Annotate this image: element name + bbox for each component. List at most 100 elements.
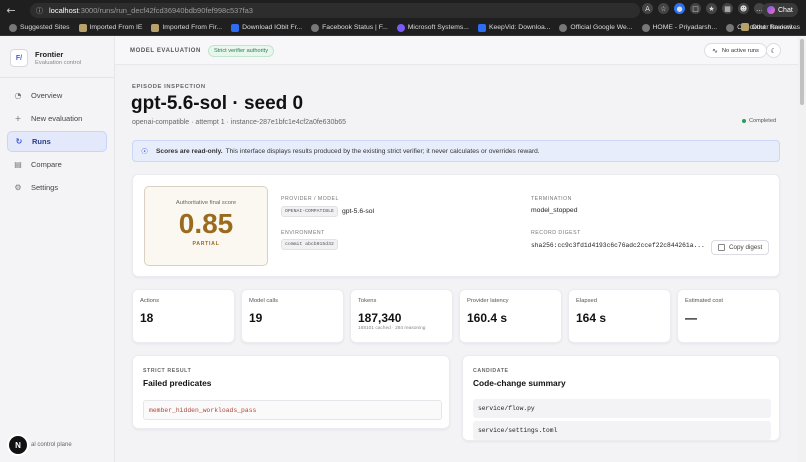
nextjs-dev-badge[interactable]: N: [9, 436, 27, 454]
candidate-panel: CANDIDATE Code-change summary service/fl…: [462, 355, 780, 441]
sidebar-item-label: Overview: [31, 91, 63, 100]
failed-predicate-item: member_hidden_workloads_pass: [143, 400, 442, 420]
bookmark-item[interactable]: Download IObit Fr...: [231, 23, 302, 32]
metric-value: 164 s: [576, 311, 607, 325]
address-bar[interactable]: ⓘ localhost:3000/runs/run_decf42fcd36940…: [30, 3, 640, 18]
activity-icon: ∿: [712, 46, 718, 55]
sidebar-item-runs[interactable]: ↻ Runs: [7, 131, 107, 152]
final-score-box: Authoritative final score 0.85 PARTIAL: [144, 186, 268, 266]
metric-label: Model calls: [249, 298, 278, 304]
sidebar-item-settings[interactable]: ⚙ Settings: [7, 177, 107, 198]
digest-value: sha256:cc9c3fd1d4193c6c76adc2ccef22c8442…: [531, 242, 705, 249]
copilot-chat-button[interactable]: Chat: [762, 3, 798, 17]
metric-label: Tokens: [358, 298, 377, 304]
panel-title: Code-change summary: [473, 378, 566, 388]
sidebar-item-label: Compare: [31, 160, 62, 169]
bookmark-item[interactable]: KeepVid: Downloa...: [477, 23, 550, 32]
status-label: Completed: [749, 118, 777, 124]
sidebar-item-overview[interactable]: ◔ Overview: [7, 85, 107, 106]
bookmark-item[interactable]: Suggested Sites: [9, 23, 70, 32]
status-dot-icon: [742, 119, 746, 123]
bookmark-item[interactable]: Imported From IE: [78, 23, 142, 32]
extension-bar: A ☆ ● □ ★ ▦ ☻ …: [642, 3, 765, 14]
globe-icon: [726, 23, 735, 32]
panel-label: CANDIDATE: [473, 368, 509, 374]
environment-chip: commit abcb015d32: [281, 239, 338, 250]
active-runs-label: No active runs: [721, 47, 759, 54]
bookmark-item[interactable]: HOME - Priyadarsh...: [641, 23, 717, 32]
bookmark-item[interactable]: Official Google We...: [559, 23, 633, 32]
notice-bold: Scores are read-only.: [156, 147, 223, 155]
favorite-icon[interactable]: ☆: [658, 3, 669, 14]
app-root: F/ Frontier Evaluation control ◔ Overvie…: [0, 37, 798, 462]
changed-file-item[interactable]: service/settings.toml: [473, 421, 771, 440]
site-info-icon[interactable]: ⓘ: [36, 7, 44, 15]
sidebar-footer-text: al control plane: [31, 442, 72, 448]
gear-icon: ⚙: [14, 183, 22, 192]
bookmark-item[interactable]: Imported From Fir...: [151, 23, 222, 32]
score-value: 0.85: [178, 208, 234, 239]
back-icon[interactable]: ←: [4, 3, 18, 17]
brand[interactable]: F/ Frontier Evaluation control: [0, 37, 114, 67]
metric-value: 187,340: [358, 311, 402, 325]
metric-sub: 168101 cached · 284 reasoning: [358, 326, 426, 331]
chart-icon: ▤: [14, 160, 22, 169]
other-favourites[interactable]: Other favourites: [740, 23, 800, 31]
url-path: :3000/runs/run_decf42fcd36940bdb90fef998…: [78, 6, 253, 15]
strict-result-panel: STRICT RESULT Failed predicates member_h…: [132, 355, 450, 429]
environment-value: commit abcb015d32: [281, 239, 338, 250]
sidebar-item-label: Runs: [32, 137, 51, 146]
favorites-list-icon[interactable]: ★: [706, 3, 717, 14]
digest-label: RECORD DIGEST: [531, 230, 581, 236]
provider-chip: OPENAI-COMPATIBLE: [281, 206, 338, 217]
divider: [0, 77, 114, 78]
sidebar: F/ Frontier Evaluation control ◔ Overvie…: [0, 37, 115, 462]
bookmarks-bar: Suggested Sites Imported From IE Importe…: [0, 20, 806, 36]
bookmark-item[interactable]: Microsoft Systems...: [396, 23, 469, 32]
brand-subtitle: Evaluation control: [35, 60, 82, 66]
iobit-icon: [231, 23, 240, 32]
main-content: MODEL EVALUATION Strict verifier authori…: [115, 37, 798, 462]
brand-title: Frontier: [35, 50, 64, 59]
active-runs-pill[interactable]: ∿ No active runs: [704, 43, 767, 58]
termination-value: model_stopped: [531, 207, 578, 214]
extension-icon[interactable]: ●: [674, 3, 685, 14]
termination-label: TERMINATION: [531, 196, 572, 202]
metric-label: Estimated cost: [685, 298, 724, 304]
folder-icon: [78, 23, 87, 32]
folder-icon: [740, 23, 749, 31]
panel-label: STRICT RESULT: [143, 368, 192, 374]
sidebar-item-new-evaluation[interactable]: + New evaluation: [7, 108, 107, 129]
browser-titlebar: ← ⓘ localhost:3000/runs/run_decf42fcd369…: [0, 0, 806, 20]
bookmark-item[interactable]: Facebook Status | F...: [311, 23, 388, 32]
read-aloud-icon[interactable]: A: [642, 3, 653, 14]
notice-text: This interface displays results produced…: [225, 147, 540, 155]
copy-digest-button[interactable]: Copy digest: [711, 240, 770, 255]
profile-avatar-icon[interactable]: ☻: [738, 3, 749, 14]
changed-file-item[interactable]: service/flow.py: [473, 399, 771, 418]
episode-label: EPISODE INSPECTION: [132, 84, 206, 90]
copilot-icon: [767, 6, 775, 14]
sidebar-nav: ◔ Overview + New evaluation ↻ Runs ▤ Com…: [0, 85, 114, 198]
collections-icon[interactable]: ▦: [722, 3, 733, 14]
puzzle-icon[interactable]: □: [690, 3, 701, 14]
microsoft-icon: [396, 23, 405, 32]
metric-card-actions: Actions 18: [132, 289, 235, 343]
brand-logo: F/: [10, 49, 28, 67]
sidebar-item-label: Settings: [31, 183, 59, 192]
plus-icon: +: [14, 114, 22, 123]
sidebar-item-compare[interactable]: ▤ Compare: [7, 154, 107, 175]
globe-icon: [559, 23, 568, 32]
scrollbar-thumb[interactable]: [800, 39, 804, 105]
theme-toggle-button[interactable]: ☾: [766, 43, 781, 58]
globe-icon: [9, 23, 17, 32]
status-badge: Completed: [742, 118, 776, 124]
metric-card-elapsed: Elapsed 164 s: [568, 289, 671, 343]
copy-label: Copy digest: [729, 244, 763, 251]
metric-label: Actions: [140, 298, 160, 304]
metric-card-tokens: Tokens 187,340 168101 cached · 284 reaso…: [350, 289, 453, 343]
copy-icon: [718, 244, 725, 251]
page-scrollbar[interactable]: [798, 37, 806, 462]
metric-value: 19: [249, 311, 263, 325]
globe-icon: [641, 23, 650, 32]
